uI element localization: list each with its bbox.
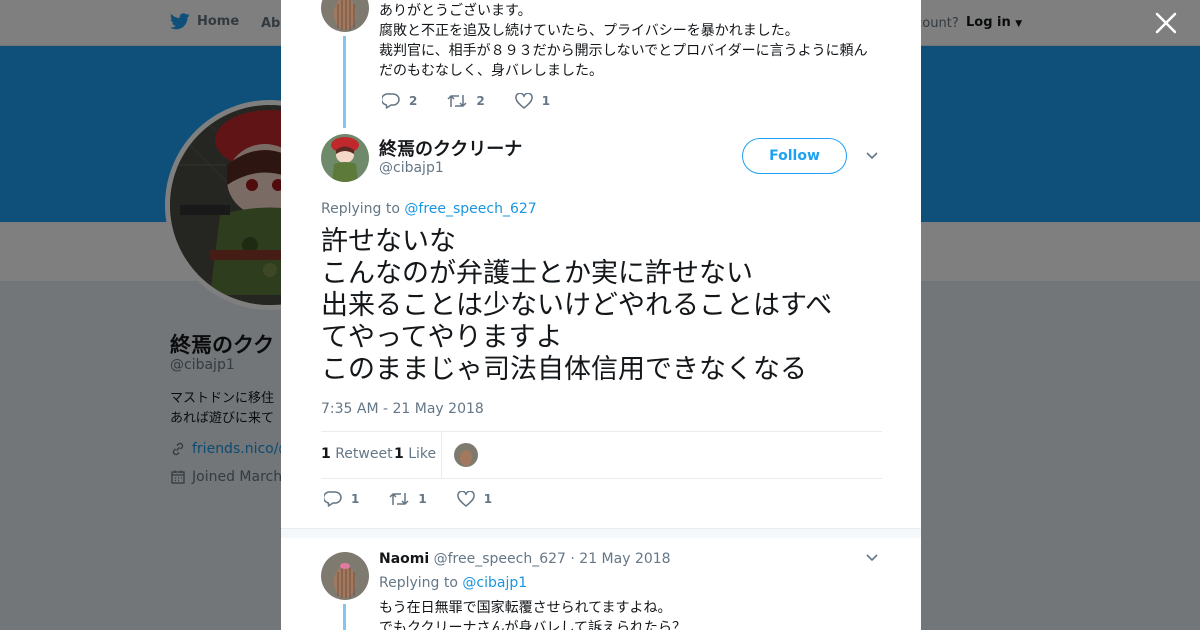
prev-reply-actions: 2 2 1	[382, 93, 580, 109]
cactus-avatar-image	[321, 0, 369, 32]
follow-button[interactable]: Follow	[742, 138, 847, 174]
heart-icon	[514, 93, 533, 109]
retweets-stat-count: 1	[321, 446, 331, 462]
author-avatar-image	[321, 134, 369, 182]
section-separator	[281, 528, 921, 538]
like-button[interactable]: 1	[514, 93, 551, 109]
thread-line	[343, 36, 346, 128]
tweet-text: 許せないな こんなのが弁護士とか実に許せない 出来ることは少ないけどやれることは…	[321, 226, 881, 386]
retweet-count: 1	[418, 492, 427, 506]
tweet-permalink-modal: ありがとうございます。 腐敗と不正を追及し続けていたら、プライバシーを暴かれまし…	[281, 0, 921, 630]
replying-to: Replying to @free_speech_627	[321, 201, 537, 217]
tweet-text-line: 出来ることは少ないけどやれることはすべ	[321, 290, 833, 321]
prev-reply-line: 裁判官に、相手が８９３だから開示しないでとプロバイダーに言うように頼ん	[379, 43, 868, 59]
reply-button[interactable]: 2	[382, 93, 417, 109]
avatar[interactable]	[321, 0, 369, 32]
reply-icon	[382, 93, 400, 109]
replying-to-label: Replying to	[379, 575, 458, 591]
tweet-actions: 1 1 1	[324, 491, 522, 507]
reply-header: Naomi @free_speech_627 · 21 May 2018	[379, 551, 671, 567]
tweet-text-line: てやってやりますよ	[321, 322, 563, 353]
stats-divider	[441, 432, 442, 478]
tweet-text-line: このままじゃ司法自体信用できなくなる	[321, 354, 807, 385]
likes-stat-count: 1	[394, 446, 404, 462]
close-icon[interactable]	[1153, 10, 1179, 36]
like-count: 1	[541, 94, 551, 108]
tweet-text-line: こんなのが弁護士とか実に許せない	[321, 258, 753, 289]
prev-reply-line: ありがとうございます。	[379, 3, 532, 19]
retweet-button[interactable]: 2	[447, 93, 485, 109]
replying-to: Replying to @cibajp1	[379, 575, 527, 591]
reply-author-handle[interactable]: @free_speech_627	[434, 551, 566, 567]
liker-avatar-image	[454, 443, 478, 467]
retweet-icon	[389, 493, 409, 505]
reply-count: 2	[409, 94, 418, 108]
author-name[interactable]: 終焉のククリーナ	[379, 135, 522, 161]
replying-to-label: Replying to	[321, 201, 400, 217]
retweet-icon	[447, 95, 467, 107]
prev-reply-line: 腐敗と不正を追及し続けていたら、プライバシーを暴かれました。	[379, 23, 799, 39]
tweet-text-line: 許せないな	[321, 226, 456, 257]
reply-text-line: もう在日無罪で国家転覆させられてますよね。	[379, 600, 672, 616]
chevron-down-icon[interactable]	[865, 553, 879, 563]
thread-line	[343, 604, 346, 630]
likes-stat-label: Like	[408, 446, 437, 462]
reply-icon	[324, 491, 342, 507]
reply-author-name[interactable]: Naomi	[379, 551, 429, 567]
like-button[interactable]: 1	[456, 491, 493, 507]
cactus-avatar-image	[321, 552, 369, 600]
tweet-stats: 1 Retweet 1 Like	[321, 431, 882, 479]
reply-date[interactable]: · 21 May 2018	[570, 551, 670, 567]
reply-text: もう在日無罪で国家転覆させられてますよね。 でもククリーナさんが身バレして訴えら…	[379, 598, 686, 630]
tweet-timestamp[interactable]: 7:35 AM - 21 May 2018	[321, 401, 484, 417]
replying-to-link[interactable]: @free_speech_627	[404, 201, 536, 217]
likes-stat[interactable]: 1 Like	[394, 446, 436, 462]
prev-reply-text: ありがとうございます。 腐敗と不正を追及し続けていたら、プライバシーを暴かれまし…	[379, 1, 868, 81]
retweets-stat[interactable]: 1 Retweet	[321, 446, 393, 462]
prev-reply-line: だのもむなしく、身バレしました。	[379, 63, 603, 79]
retweets-stat-label: Retweet	[335, 446, 393, 462]
retweet-count: 2	[476, 94, 485, 108]
chevron-down-icon[interactable]	[865, 151, 879, 161]
heart-icon	[456, 491, 475, 507]
replying-to-link[interactable]: @cibajp1	[462, 575, 527, 591]
reply-count: 1	[351, 492, 360, 506]
like-count: 1	[483, 492, 493, 506]
reply-button[interactable]: 1	[324, 491, 359, 507]
author-handle[interactable]: @cibajp1	[379, 160, 444, 176]
avatar[interactable]	[321, 552, 369, 600]
retweet-button[interactable]: 1	[389, 491, 427, 507]
author-avatar[interactable]	[321, 134, 369, 182]
liker-avatar[interactable]	[454, 443, 478, 467]
reply-text-line: でもククリーナさんが身バレして訴えられたら？	[379, 620, 687, 630]
